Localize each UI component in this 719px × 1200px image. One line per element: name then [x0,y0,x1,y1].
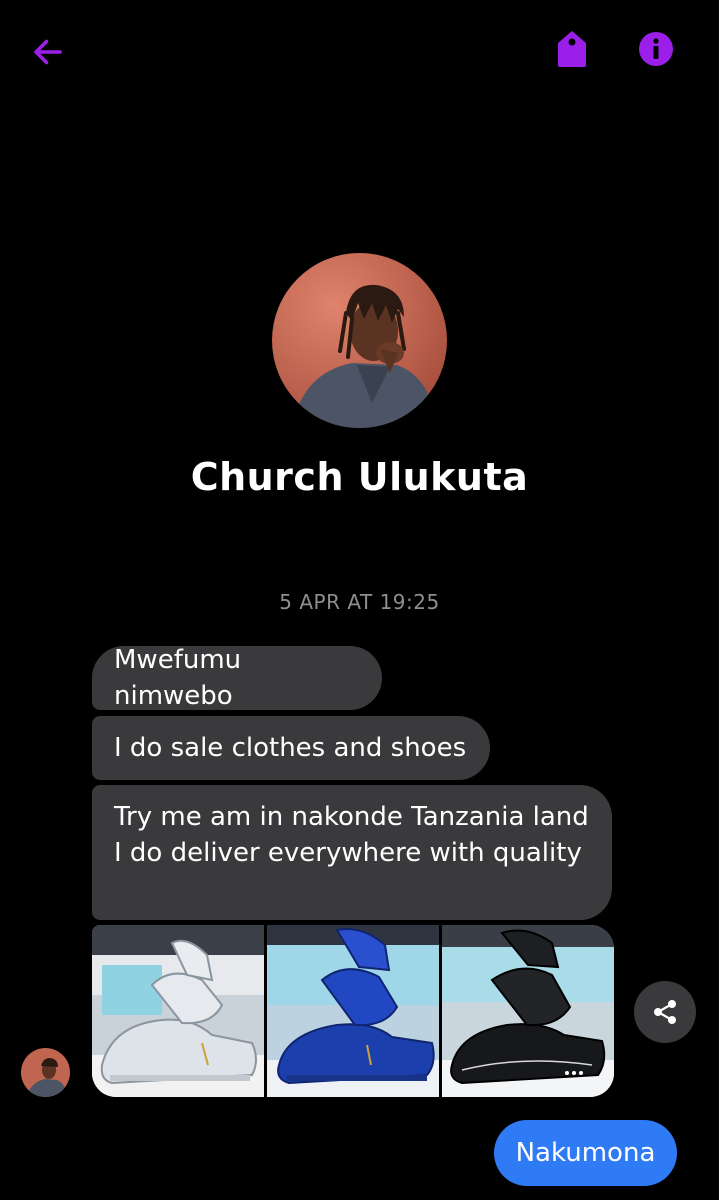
blue-sneaker-image [267,925,439,1097]
photo-attachment-white-sneaker[interactable] [92,925,264,1097]
arrow-left-icon [34,39,62,65]
tag-button[interactable] [549,26,595,72]
sender-avatar[interactable] [21,1048,70,1097]
incoming-message[interactable]: Mwefumu nimwebo [92,645,382,711]
info-button[interactable] [633,26,679,72]
profile-name: Church Ulukuta [190,455,529,499]
black-sneaker-image [442,925,614,1097]
incoming-message[interactable]: Try me am in nakonde Tanzania land I do … [92,785,612,920]
profile-photo [272,253,447,428]
profile-avatar[interactable] [272,253,447,428]
incoming-message[interactable]: I do sale clothes and shoes [92,716,490,780]
share-icon [654,1000,676,1024]
message-text: I do sale clothes and shoes [114,733,467,763]
outgoing-message[interactable]: Nakumona [494,1120,677,1186]
message-text: Nakumona [515,1138,656,1168]
white-sneaker-image [92,925,264,1097]
back-button[interactable] [24,28,72,76]
message-text: Mwefumu nimwebo [114,645,242,711]
photo-attachment-black-sneaker[interactable] [442,925,614,1097]
share-button[interactable] [634,981,696,1043]
sender-avatar-photo [21,1048,70,1097]
info-icon [639,32,673,66]
message-timestamp: 5 APR AT 19:25 [279,590,440,614]
photo-attachment-group [92,925,614,1097]
photo-attachment-blue-sneaker[interactable] [267,925,439,1097]
tag-icon [558,31,586,67]
message-text: Try me am in nakonde Tanzania land I do … [114,802,589,868]
